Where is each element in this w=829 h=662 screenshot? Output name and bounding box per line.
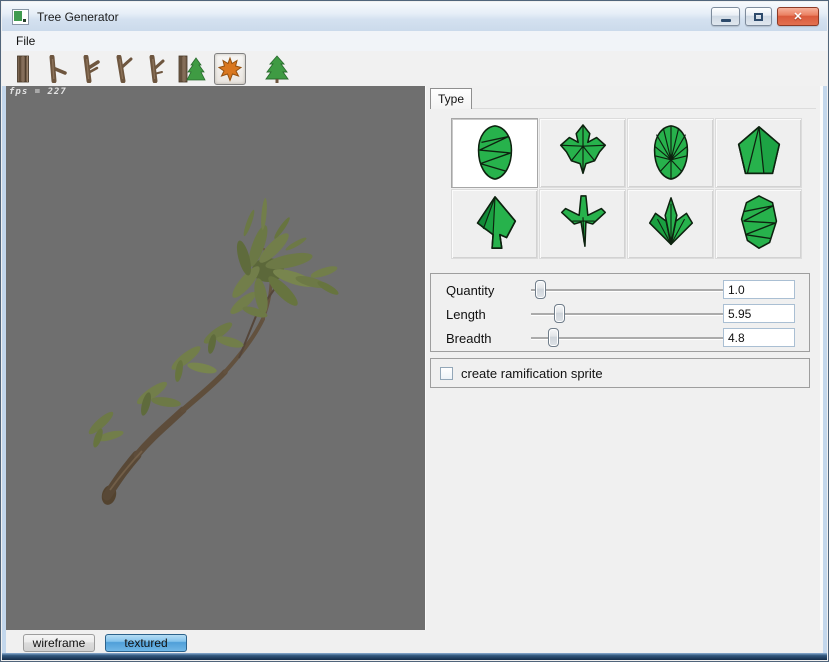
- branch-render: [6, 86, 425, 630]
- leaf-type-triple-lobe[interactable]: [627, 189, 714, 259]
- create-ramification-sprite-checkbox[interactable]: [440, 367, 453, 380]
- leaf-type-oval-fan[interactable]: [627, 118, 714, 188]
- app-icon: [12, 9, 29, 25]
- title-bar: Tree Generator: [2, 2, 827, 32]
- breadth-slider-thumb[interactable]: [548, 328, 559, 347]
- length-value-input[interactable]: [723, 304, 795, 323]
- breadth-slider-row: Breadth: [431, 328, 809, 348]
- leaf-type-oval-banded[interactable]: [451, 118, 538, 188]
- trunk-foliage-icon: [176, 55, 206, 83]
- toolbar-branch-fork-button[interactable]: [76, 54, 102, 84]
- quantity-label: Quantity: [446, 283, 494, 298]
- leaf-pentagon-icon: [733, 123, 785, 183]
- create-ramification-sprite-label: create ramification sprite: [461, 359, 603, 389]
- leaf-type-grid: [451, 118, 802, 259]
- toolbar-trunk-foliage-button[interactable]: [175, 54, 207, 84]
- leaf-parameters-group: Quantity Length Breadth: [430, 273, 810, 352]
- tab-type[interactable]: Type: [430, 88, 472, 109]
- ramification-group: create ramification sprite: [430, 358, 810, 388]
- toolbar-branch-single-button[interactable]: [43, 54, 69, 84]
- window-title: Tree Generator: [37, 10, 119, 24]
- toolbar: [2, 51, 827, 86]
- menu-file[interactable]: File: [9, 32, 42, 50]
- tree-generator-window: Tree Generator ✕ File: [0, 0, 829, 662]
- branch-single-icon: [44, 55, 68, 83]
- leaf-type-hex-banded[interactable]: [715, 189, 802, 259]
- breadth-label: Breadth: [446, 331, 492, 346]
- leaf-hex-banded-icon: [733, 194, 785, 254]
- breadth-slider-track[interactable]: [531, 337, 723, 339]
- fps-counter: fps = 227: [9, 87, 67, 97]
- quantity-slider-thumb[interactable]: [535, 280, 546, 299]
- quantity-slider-track[interactable]: [531, 289, 723, 291]
- toolbar-branch-twig-button[interactable]: [142, 54, 168, 84]
- branch-twig-icon: [143, 55, 167, 83]
- leaf-bird-foot-icon: [557, 194, 609, 254]
- breadth-slider[interactable]: [531, 328, 723, 348]
- leaf-oval-fan-icon: [645, 123, 697, 183]
- render-viewport[interactable]: fps = 227: [6, 86, 425, 630]
- minimize-button[interactable]: [711, 7, 740, 26]
- leaf-type-arrowhead[interactable]: [451, 189, 538, 259]
- length-slider-thumb[interactable]: [554, 304, 565, 323]
- branch-fork-icon: [77, 55, 101, 83]
- footer-bar: wireframe textured: [6, 630, 823, 655]
- bark-texture-icon: [12, 55, 34, 83]
- minimize-icon: [721, 19, 731, 22]
- quantity-slider-row: Quantity: [431, 280, 809, 300]
- leaf-type-ivy-lobed[interactable]: [539, 118, 626, 188]
- close-icon: ✕: [793, 10, 802, 23]
- leaf-triple-lobe-icon: [645, 194, 697, 254]
- window-frame-right: [823, 86, 827, 655]
- leaf-oval-banded-icon: [469, 123, 521, 183]
- leaf-ivy-icon: [557, 123, 609, 183]
- toolbar-full-tree-button[interactable]: [264, 54, 290, 84]
- length-label: Length: [446, 307, 486, 322]
- leaf-arrowhead-icon: [469, 194, 521, 254]
- toolbar-leaf-sprite-button[interactable]: [214, 53, 246, 85]
- length-slider[interactable]: [531, 304, 723, 324]
- quantity-slider[interactable]: [531, 280, 723, 300]
- toolbar-branch-angled-button[interactable]: [109, 54, 135, 84]
- menu-bar: File: [2, 31, 827, 51]
- window-frame-bottom: [2, 653, 827, 660]
- breadth-value-input[interactable]: [723, 328, 795, 347]
- leaf-type-pentagon[interactable]: [715, 118, 802, 188]
- toolbar-bark-texture-button[interactable]: [10, 54, 36, 84]
- branch-angled-icon: [110, 55, 134, 83]
- textured-button[interactable]: textured: [105, 634, 187, 652]
- wireframe-button[interactable]: wireframe: [23, 634, 95, 652]
- leaf-type-bird-foot[interactable]: [539, 189, 626, 259]
- close-button[interactable]: ✕: [777, 7, 819, 26]
- settings-panel: Type: [425, 86, 823, 630]
- maximize-icon: [754, 13, 763, 21]
- quantity-value-input[interactable]: [723, 280, 795, 299]
- full-tree-icon: [265, 55, 289, 83]
- tab-divider: [430, 108, 816, 109]
- window-controls: ✕: [711, 7, 819, 26]
- maximize-button[interactable]: [745, 7, 772, 26]
- main-content: fps = 227 Type: [6, 86, 823, 630]
- length-slider-row: Length: [431, 304, 809, 324]
- maple-leaf-icon: [217, 56, 243, 82]
